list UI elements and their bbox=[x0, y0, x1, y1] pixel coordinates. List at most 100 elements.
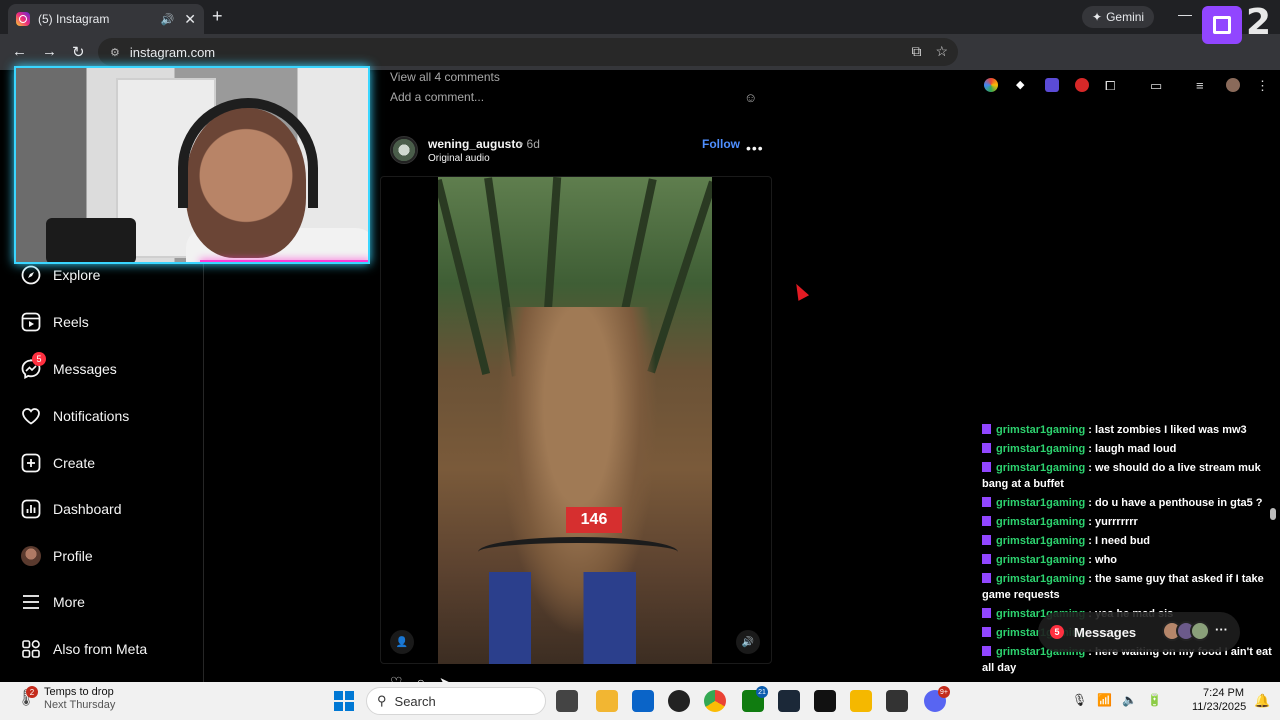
battery-icon[interactable]: 🔋 bbox=[1147, 693, 1162, 707]
messages-pill-button[interactable]: 5 Messages ··· bbox=[1038, 612, 1240, 652]
twitch-badge-icon bbox=[982, 424, 991, 434]
messages-more-icon[interactable]: ··· bbox=[1215, 622, 1228, 637]
sidebar-item-reels[interactable]: Reels bbox=[20, 311, 89, 333]
profile-avatar[interactable] bbox=[1226, 78, 1240, 92]
dashboard-icon bbox=[20, 498, 42, 520]
speaker-icon[interactable]: 🔊 bbox=[161, 13, 175, 26]
browser-menu-icon[interactable]: ⋮ bbox=[1256, 78, 1270, 93]
sidebar-item-label: Explore bbox=[53, 267, 101, 283]
reload-icon[interactable]: ↻ bbox=[72, 43, 85, 61]
gemini-button[interactable]: ✦ Gemini bbox=[1082, 6, 1155, 28]
chrome-icon[interactable] bbox=[704, 690, 726, 712]
sidebar-item-profile[interactable]: Profile bbox=[20, 545, 93, 567]
extension-diamond-icon[interactable]: ◆ bbox=[1016, 78, 1030, 92]
extensions-puzzle-icon[interactable]: ⧠ bbox=[1105, 78, 1119, 93]
twitch-badge-icon bbox=[982, 516, 991, 526]
chat-message: grimstar1gaming : last zombies I liked w… bbox=[982, 422, 1278, 438]
windows-start-icon[interactable] bbox=[334, 691, 354, 711]
messages-pill-label: Messages bbox=[1074, 624, 1137, 640]
volume-icon[interactable]: 🔈 bbox=[1122, 693, 1137, 707]
mic-off-icon[interactable]: 🎙 bbox=[1072, 693, 1087, 707]
sidebar-item-explore[interactable]: Explore bbox=[20, 264, 100, 286]
tab-instagram[interactable]: (5) Instagram 🔊 ✕ bbox=[8, 4, 204, 34]
weather-widget[interactable]: 🌡 2 Temps to drop Next Thursday bbox=[16, 686, 115, 712]
add-comment-input[interactable]: Add a comment... bbox=[390, 90, 484, 104]
twitch-badge-icon bbox=[982, 554, 991, 564]
bike-number-plate: 146 bbox=[566, 507, 622, 533]
7zip-icon[interactable] bbox=[886, 690, 908, 712]
sidebar-item-label: Messages bbox=[53, 361, 117, 377]
side-panel-icon[interactable]: ▭ bbox=[1150, 78, 1164, 93]
search-placeholder: Search bbox=[394, 693, 436, 709]
sidebar-item-create[interactable]: Create bbox=[20, 452, 95, 474]
webcam-overlay bbox=[14, 66, 370, 264]
browser-tab-strip: (5) Instagram 🔊 ✕ + ✦ Gemini — bbox=[0, 0, 1280, 34]
new-tab-button[interactable]: + bbox=[212, 6, 223, 27]
taskbar-clock[interactable]: 7:24 PM 11/23/2025 bbox=[1192, 686, 1247, 714]
weather-icon: 🌡 2 bbox=[16, 686, 38, 707]
tab-title: (5) Instagram bbox=[38, 12, 110, 26]
emoji-icon[interactable]: ☺ bbox=[744, 90, 757, 105]
weather-badge: 2 bbox=[26, 686, 38, 698]
sidebar-item-label: Dashboard bbox=[53, 501, 122, 517]
sidebar-item-also-from-meta[interactable]: Also from Meta bbox=[20, 638, 147, 660]
heart-icon bbox=[20, 405, 42, 427]
twitch-badge-icon bbox=[982, 573, 991, 583]
hamburger-icon bbox=[20, 591, 42, 613]
minimize-button[interactable]: — bbox=[1178, 6, 1192, 22]
address-bar[interactable]: ⚙ instagram.com ⧉ ☆ bbox=[98, 38, 958, 66]
reel-video[interactable]: 146 bbox=[438, 177, 712, 664]
chat-message: grimstar1gaming : do u have a penthouse … bbox=[982, 495, 1278, 511]
clock-date: 11/23/2025 bbox=[1192, 701, 1247, 713]
chat-message: grimstar1gaming : who bbox=[982, 552, 1278, 568]
tab-close-button[interactable]: ✕ bbox=[184, 11, 196, 28]
volume-icon[interactable]: 🔊 bbox=[736, 630, 760, 654]
twitch-badge-icon bbox=[982, 443, 991, 453]
rockstar-icon[interactable] bbox=[850, 690, 872, 712]
twitch-badge-icon bbox=[982, 497, 991, 507]
sidebar-item-messages[interactable]: 5 Messages bbox=[20, 352, 117, 380]
discord-badge: 9+ bbox=[938, 686, 950, 698]
notification-bell-icon[interactable]: 🔔 bbox=[1254, 693, 1270, 709]
epic-games-icon[interactable] bbox=[814, 690, 836, 712]
app-icon[interactable] bbox=[668, 690, 690, 712]
sidebar-item-more[interactable]: More bbox=[20, 591, 85, 613]
follow-button[interactable]: Follow bbox=[702, 137, 740, 151]
twitch-overlay-number: 2 bbox=[1246, 2, 1272, 43]
store-icon[interactable] bbox=[632, 690, 654, 712]
twitch-badge-icon bbox=[982, 535, 991, 545]
post-avatar[interactable] bbox=[390, 136, 418, 164]
post-time: • 6d bbox=[519, 137, 540, 151]
sidebar-item-notifications[interactable]: Notifications bbox=[20, 405, 129, 427]
webcam-chair bbox=[46, 218, 136, 262]
clock-time: 7:24 PM bbox=[1203, 687, 1244, 699]
back-icon[interactable]: ← bbox=[12, 43, 27, 60]
bookmark-star-icon[interactable]: ☆ bbox=[935, 43, 948, 60]
task-view-icon[interactable] bbox=[556, 690, 578, 712]
view-comments-link[interactable]: View all 4 comments bbox=[390, 70, 500, 84]
file-explorer-icon[interactable] bbox=[596, 690, 618, 712]
wifi-icon[interactable]: 📶 bbox=[1097, 693, 1112, 707]
install-app-icon[interactable]: ⧉ bbox=[911, 43, 921, 60]
page-scrollbar[interactable] bbox=[1270, 508, 1276, 520]
extension-shield-icon[interactable] bbox=[1045, 78, 1059, 92]
message-avatars bbox=[1162, 621, 1210, 641]
messages-pill-badge: 5 bbox=[1050, 625, 1064, 639]
extension-color-icon[interactable] bbox=[984, 78, 998, 92]
site-info-icon[interactable]: ⚙ bbox=[110, 46, 120, 59]
post-more-button[interactable]: ••• bbox=[746, 140, 764, 156]
weather-title: Temps to drop bbox=[44, 686, 114, 698]
tagged-user-icon[interactable]: 👤 bbox=[390, 630, 414, 654]
windows-taskbar: 🌡 2 Temps to drop Next Thursday ⚲ Search … bbox=[0, 682, 1280, 720]
post-username[interactable]: wening_augusto bbox=[428, 137, 523, 151]
chat-message: grimstar1gaming : yurrrrrrr bbox=[982, 514, 1278, 530]
taskbar-search[interactable]: ⚲ Search bbox=[366, 687, 546, 715]
sidebar-item-dashboard[interactable]: Dashboard bbox=[20, 498, 122, 520]
chat-message: grimstar1gaming : the same guy that aske… bbox=[982, 573, 1264, 601]
extension-red-icon[interactable] bbox=[1075, 78, 1089, 92]
steam-icon[interactable] bbox=[778, 690, 800, 712]
forward-icon[interactable]: → bbox=[42, 43, 57, 60]
chat-message: grimstar1gaming : we should do a live st… bbox=[982, 462, 1261, 490]
post-audio-link[interactable]: Original audio bbox=[428, 153, 490, 164]
reading-list-icon[interactable]: ≡ bbox=[1196, 78, 1210, 93]
